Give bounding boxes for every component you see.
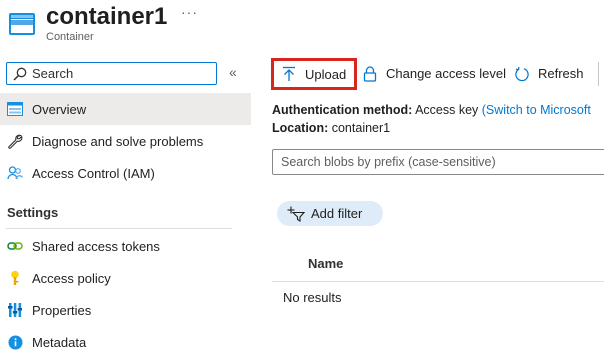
sidebar-item-metadata[interactable]: Metadata (0, 326, 251, 358)
sidebar-item-access-control[interactable]: Access Control (IAM) (0, 157, 251, 189)
refresh-button[interactable]: Refresh (514, 60, 584, 87)
add-filter-icon (287, 206, 305, 222)
lock-icon (362, 65, 378, 82)
page-title: container1 (46, 3, 168, 30)
authentication-method: Authentication method: Access key (Switc… (272, 103, 591, 117)
location-value: container1 (331, 121, 391, 135)
search-icon (13, 67, 27, 81)
no-results-text: No results (283, 290, 342, 305)
link-icon (6, 237, 24, 255)
divider (6, 228, 232, 229)
settings-heading: Settings (7, 205, 59, 220)
container-overview-page: container1 ··· Container Search « Overvi… (0, 0, 604, 359)
refresh-icon (514, 66, 530, 82)
people-icon (6, 164, 24, 182)
collapse-sidebar-icon[interactable]: « (229, 64, 237, 80)
authentication-method-value: Access key (415, 103, 479, 117)
switch-auth-link[interactable]: (Switch to Microsoft (482, 103, 591, 117)
change-access-level-button[interactable]: Change access level (362, 60, 506, 87)
key-icon (6, 269, 24, 287)
sidebar-item-properties[interactable]: Properties (0, 294, 251, 326)
upload-button[interactable]: Upload (271, 58, 357, 90)
location-label: Location: (272, 121, 329, 135)
table-divider (272, 281, 604, 282)
more-options-icon[interactable]: ··· (181, 4, 198, 20)
upload-icon (281, 66, 297, 82)
sidebar-item-label: Access Control (IAM) (32, 165, 155, 181)
blob-search-input[interactable]: Search blobs by prefix (case-sensitive) (272, 149, 604, 175)
overview-icon (6, 100, 24, 118)
properties-icon (6, 301, 24, 319)
authentication-method-label: Authentication method: (272, 103, 413, 117)
search-placeholder: Search (32, 66, 74, 81)
column-header-name[interactable]: Name (308, 256, 343, 271)
page-subtitle: Container (46, 31, 94, 43)
sidebar-item-shared-access-tokens[interactable]: Shared access tokens (0, 230, 251, 262)
sidebar-item-access-policy[interactable]: Access policy (0, 262, 251, 294)
upload-label: Upload (305, 66, 347, 82)
page-header: container1 ··· Container (0, 0, 604, 52)
location-line: Location: container1 (272, 121, 390, 135)
sidebar-item-label: Properties (32, 302, 92, 318)
sidebar-item-label: Diagnose and solve problems (32, 133, 204, 149)
sidebar-item-label: Metadata (32, 334, 87, 350)
add-filter-label: Add filter (311, 206, 363, 221)
container-icon (8, 11, 36, 37)
change-access-level-label: Change access level (386, 66, 506, 81)
sidebar-item-label: Shared access tokens (32, 238, 160, 254)
refresh-label: Refresh (538, 66, 584, 81)
sidebar-item-label: Access policy (32, 270, 111, 286)
sidebar-item-overview[interactable]: Overview (0, 93, 251, 125)
sidebar-item-diagnose[interactable]: Diagnose and solve problems (0, 125, 251, 157)
add-filter-button[interactable]: Add filter (277, 201, 383, 226)
wrench-icon (6, 132, 24, 150)
sidebar-item-label: Overview (32, 101, 87, 117)
sidebar-search-input[interactable]: Search (6, 62, 217, 85)
info-icon (6, 333, 24, 351)
toolbar-separator (598, 62, 599, 86)
